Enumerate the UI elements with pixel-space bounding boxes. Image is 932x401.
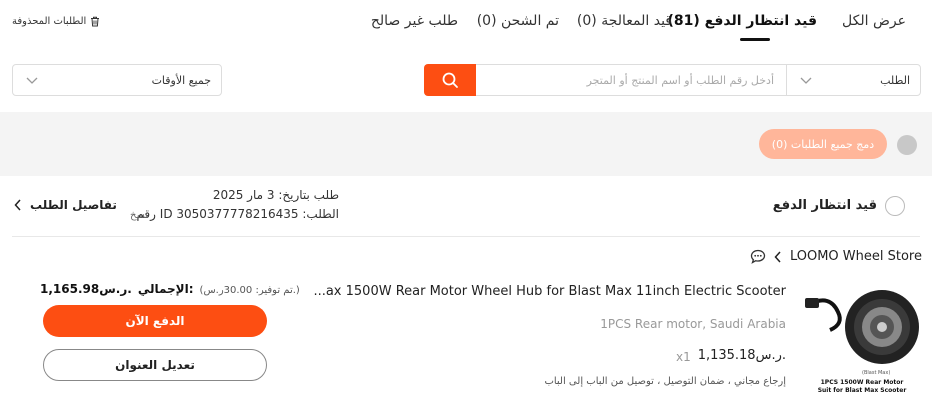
trash-icon [91,16,100,27]
time-filter-dropdown[interactable]: جميع الأوقات [12,64,222,96]
chat-icon[interactable] [750,249,766,264]
product-image-caption-2: Suit for Blast Max Scooter [818,387,907,394]
chevron-down-icon [26,77,38,84]
search-placeholder: أدخل رقم الطلب أو اسم المنتج أو المتجر [586,74,774,87]
product-image-label: (Blast Max) [862,370,890,376]
tab-shipped[interactable]: تم الشحن (0) [477,13,559,29]
product-price: 1,135.18ر.س. [697,348,786,363]
order-status-tabs: عرض الكل قيد انتظار الدفع (81) قيد المعا… [0,0,932,50]
tab-invalid[interactable]: طلب غير صالح [371,13,458,29]
copy-order-id-button[interactable]: نسخ [130,210,148,221]
product-image[interactable]: (Blast Max) 1PCS 1500W Rear Motor Suit f… [802,282,924,396]
tab-processing[interactable]: قيد المعالجة (0) [577,13,672,29]
order-status: قيد انتظار الدفع [772,198,877,213]
search-type-dropdown[interactable]: الطلب [786,64,921,96]
search-type-label: الطلب [880,74,910,87]
product-image-caption-1: 1PCS 1500W Rear Motor [821,379,904,386]
order-total: 1,165.98ر.س. الإجمالي: (تم توفير: 30.00ر… [40,282,300,296]
divider [12,236,920,237]
order-select-checkbox[interactable] [885,196,905,216]
saving-amount: (تم توفير: 30.00ر.س.) [199,285,300,296]
merge-all-orders-button[interactable]: دمج جميع الطلبات (0) [759,129,887,159]
tab-all[interactable]: عرض الكل [842,13,906,29]
chevron-left-icon [14,199,21,211]
order-details-label: تفاصيل الطلب [30,198,117,212]
product-quantity: x1 [676,350,691,364]
tab-awaiting-payment[interactable]: قيد انتظار الدفع (81) [668,13,817,29]
deleted-orders-label: الطلبات المحذوفة [12,16,87,27]
product-title[interactable]: ...ax 1500W Rear Motor Wheel Hub for Bla… [313,284,786,299]
select-all-checkbox[interactable] [897,135,917,155]
order-details-link[interactable]: تفاصيل الطلب [14,198,117,212]
order-date: طلب بتاريخ: 3 مار 2025 [212,188,339,202]
edit-address-button[interactable]: تعديل العنوان [43,349,267,381]
search-icon [442,72,458,88]
store-name: LOOMO Wheel Store [789,249,922,264]
product-variant: 1PCS Rear motor, Saudi Arabia [600,317,786,331]
search-button[interactable] [424,64,476,96]
search-input[interactable]: أدخل رقم الطلب أو اسم المنتج أو المتجر [476,64,787,96]
chevron-left-icon [774,250,781,263]
total-label: الإجمالي: [137,282,194,296]
total-value: 1,165.98ر.س. [40,282,132,296]
product-services: إرجاع مجاني ، ضمان التوصيل ، توصيل من ال… [544,376,786,387]
order-id: رقم ID الطلب: 3050377778216435 [136,207,339,221]
store-row[interactable]: LOOMO Wheel Store [750,249,922,264]
deleted-orders-link[interactable]: الطلبات المحذوفة [12,16,100,27]
active-tab-underline [740,38,770,41]
time-filter-label: جميع الأوقات [151,74,211,87]
pay-now-button[interactable]: الدفع الآن [43,305,267,337]
chevron-down-icon [800,77,812,84]
